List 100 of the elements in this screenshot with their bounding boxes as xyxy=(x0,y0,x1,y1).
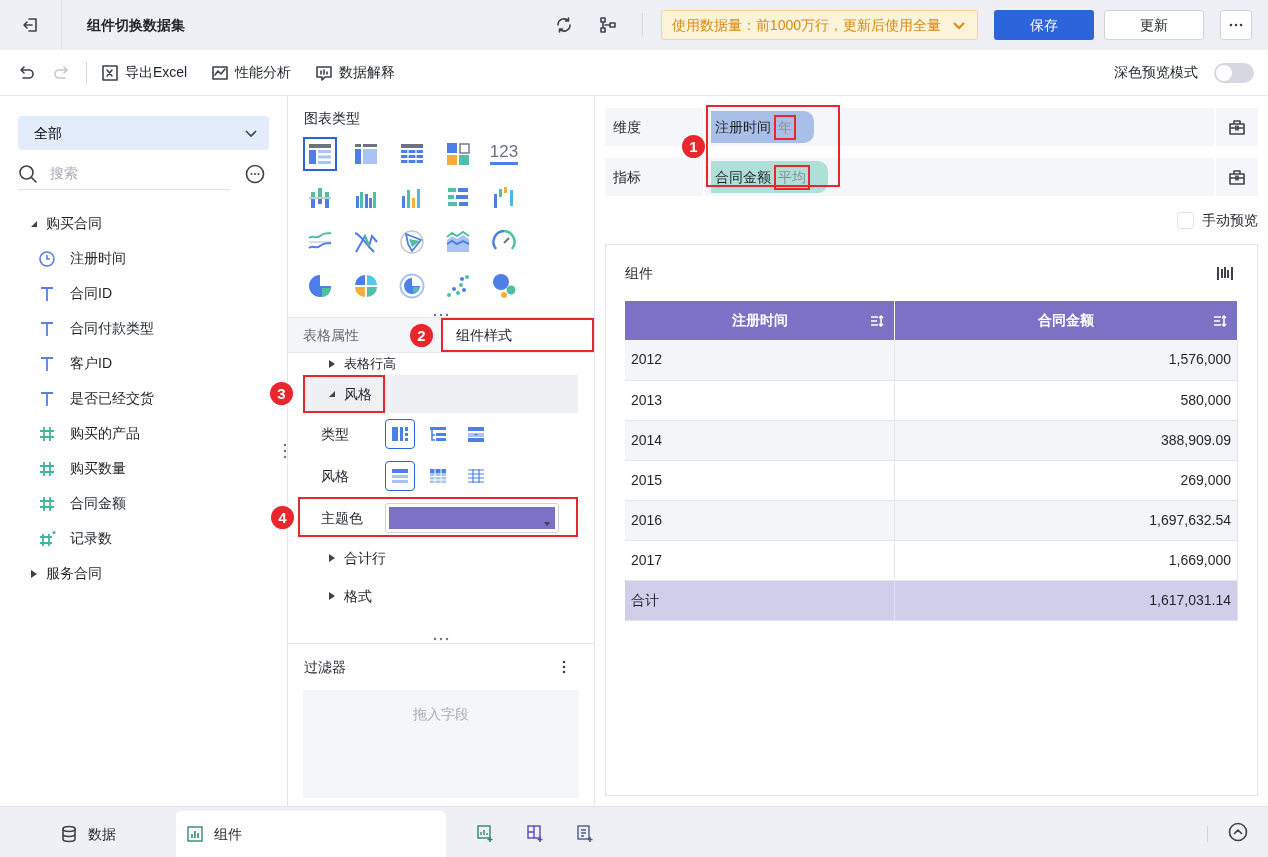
caret-down-icon xyxy=(544,522,550,526)
table-cell: 388,909.09 xyxy=(894,420,1238,460)
excel-icon xyxy=(101,63,119,82)
style-option-button[interactable] xyxy=(385,461,415,491)
column-chart-icon xyxy=(1216,264,1234,282)
radar-chart-icon xyxy=(398,228,426,256)
grip-icon xyxy=(433,636,449,641)
field-item[interactable]: 合同ID xyxy=(18,276,112,311)
update-button[interactable]: 更新 xyxy=(1104,10,1204,40)
table-cell: 2017 xyxy=(625,540,895,580)
color-picker[interactable] xyxy=(385,503,559,533)
tree-group[interactable]: 购买合同 xyxy=(18,206,102,241)
add-chart-icon xyxy=(476,824,496,844)
table-cell: 1,697,632.54 xyxy=(894,500,1238,540)
redo-icon xyxy=(52,63,70,82)
chart-type-button[interactable]: 123 xyxy=(487,137,521,171)
sort-icon xyxy=(870,314,884,328)
card-grid-icon xyxy=(444,140,472,168)
toolbox-icon xyxy=(1228,118,1246,136)
clock-icon xyxy=(38,249,56,268)
table-cell: 1,576,000 xyxy=(894,340,1238,380)
grip-icon xyxy=(433,313,449,317)
field-item[interactable]: 注册时间 xyxy=(18,241,126,276)
section-header[interactable]: 表格行高 xyxy=(303,353,578,375)
count-type-icon xyxy=(38,529,56,548)
section-title: 图表类型 xyxy=(303,109,361,128)
more-circle-icon xyxy=(245,164,265,184)
table-style-icon xyxy=(390,424,410,444)
kebab-icon xyxy=(562,660,566,674)
field-pill[interactable]: 注册时间 年 xyxy=(711,111,814,143)
search-field[interactable]: 搜索 xyxy=(48,162,208,185)
field-pill[interactable]: 合同金额 平均 xyxy=(711,161,828,193)
widget-title: 组件 xyxy=(625,263,653,283)
table-cell: 2014 xyxy=(625,420,895,460)
setting-label: 风格 xyxy=(321,466,350,486)
field-item[interactable]: 客户ID xyxy=(18,346,112,381)
section-header[interactable]: 合计行 xyxy=(303,539,578,577)
page-title: 组件切换数据集 xyxy=(87,15,185,35)
table-style-icon xyxy=(466,466,486,486)
toggle-switch[interactable] xyxy=(1214,62,1254,83)
number-type-icon xyxy=(38,494,56,513)
field-item[interactable]: 购买的产品 xyxy=(18,416,140,451)
setting-label: 类型 xyxy=(321,424,350,444)
comment-chart-icon xyxy=(315,63,334,82)
callout-number: 4 xyxy=(271,506,294,529)
ring-chart-icon xyxy=(398,272,426,300)
search-icon xyxy=(18,163,38,184)
manual-preview-checkbox[interactable] xyxy=(1177,212,1194,229)
total-cell: 合计 xyxy=(625,580,895,620)
bottom-tab[interactable]: 数据 xyxy=(0,811,176,857)
field-item[interactable]: 是否已经交货 xyxy=(18,381,154,416)
field-item[interactable]: 合同付款类型 xyxy=(18,311,154,346)
number-type-icon xyxy=(38,424,56,443)
callout-number: 3 xyxy=(270,382,293,405)
table-cell: 2015 xyxy=(625,460,895,500)
text-type-icon xyxy=(38,319,56,338)
more-icon xyxy=(1229,23,1243,27)
toolbox-icon xyxy=(1228,168,1246,186)
table-cell: 2013 xyxy=(625,380,895,420)
table-cell: 2012 xyxy=(625,340,895,380)
setting-label: 主题色 xyxy=(321,508,364,528)
add-layout-icon xyxy=(526,824,546,844)
total-cell: 1,617,031.14 xyxy=(894,580,1238,620)
scope-dropdown[interactable]: 全部 xyxy=(18,116,269,150)
section-header[interactable]: 格式 xyxy=(303,577,578,615)
exit-icon xyxy=(21,16,40,34)
save-button[interactable]: 保存 xyxy=(994,10,1094,40)
number-type-icon xyxy=(38,459,56,478)
chevron-up-circle-icon xyxy=(1228,822,1248,842)
table-style-icon xyxy=(390,466,410,486)
table-cell: 269,000 xyxy=(894,460,1238,500)
toolbar-button[interactable]: 数据解释 xyxy=(311,62,400,83)
database-icon xyxy=(60,825,78,843)
table-style-icon xyxy=(466,424,486,444)
field-item[interactable]: 记录数 xyxy=(18,521,112,556)
callout-number: 1 xyxy=(682,135,705,158)
panel-tab[interactable]: 组件样式 xyxy=(441,318,594,352)
bubble-chart-icon xyxy=(490,272,518,300)
bottom-tab[interactable]: 组件 xyxy=(176,811,446,857)
chart-type-button[interactable] xyxy=(303,137,337,171)
column-header[interactable]: 合同金额 xyxy=(894,301,1238,340)
field-item[interactable]: 合同金额 xyxy=(18,486,126,521)
undo-icon xyxy=(18,63,36,82)
table-style-icon xyxy=(428,466,448,486)
style-option-button[interactable] xyxy=(385,419,415,449)
tree-group[interactable]: 服务合同 xyxy=(18,556,102,591)
text-type-icon xyxy=(38,389,56,408)
field-item[interactable]: 购买数量 xyxy=(18,451,126,486)
grip-icon xyxy=(283,443,287,459)
table-cell: 1,669,000 xyxy=(894,540,1238,580)
table-cell: 2016 xyxy=(625,500,895,540)
number-label: 123 xyxy=(489,143,519,165)
text-type-icon xyxy=(38,284,56,303)
toolbar-button[interactable]: 性能分析 xyxy=(207,62,296,83)
section-header[interactable]: 风格 xyxy=(303,375,578,413)
add-text-icon xyxy=(576,824,596,844)
sort-icon xyxy=(1213,314,1227,328)
toolbar-button[interactable]: 导出Excel xyxy=(97,62,192,83)
column-header[interactable]: 注册时间 xyxy=(625,301,895,340)
pie-chart-icon xyxy=(306,272,334,300)
